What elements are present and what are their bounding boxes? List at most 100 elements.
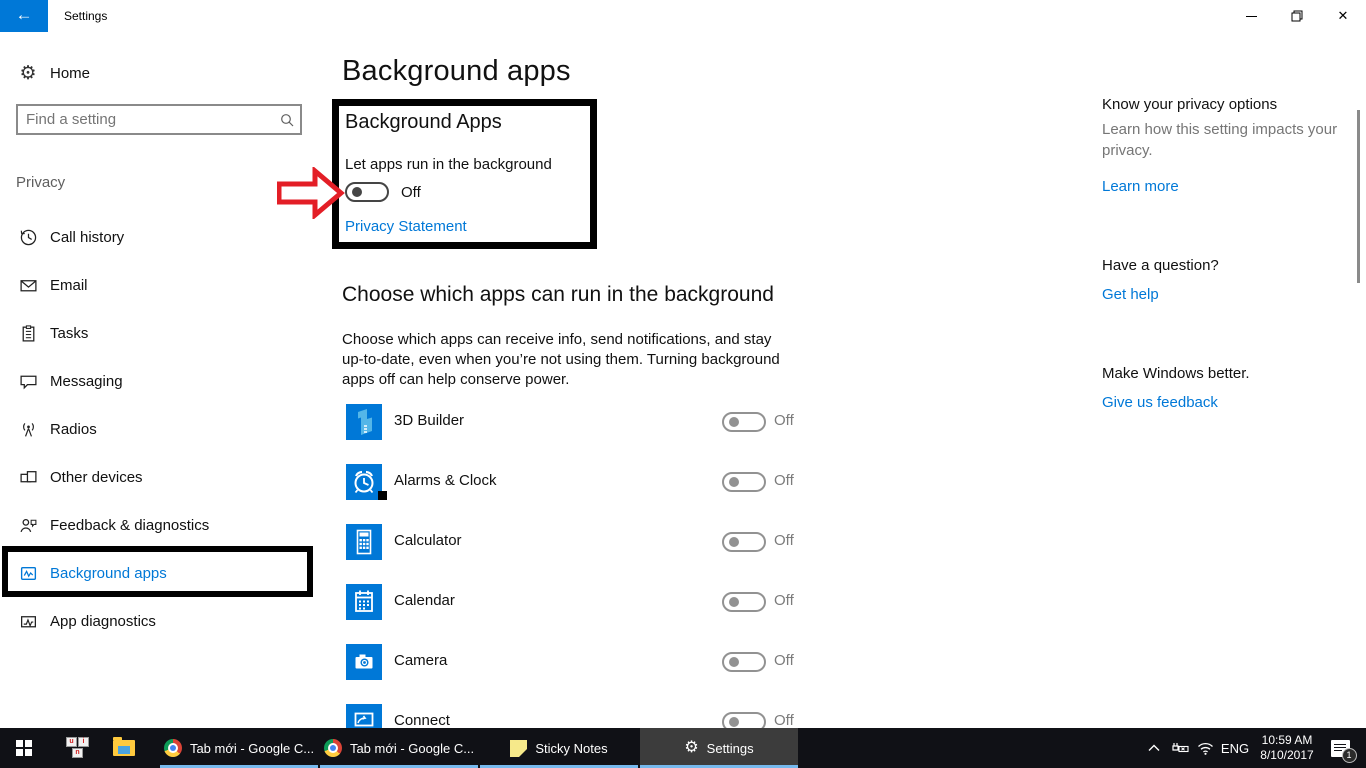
minimize-button[interactable] [1228, 0, 1274, 32]
help-aside: Know your privacy options Learn how this… [1102, 96, 1340, 412]
sidebar-item-label: Tasks [50, 325, 88, 342]
3d-builder-icon [346, 404, 382, 440]
sidebar-item-label: Home [50, 65, 90, 82]
app-name: 3D Builder [394, 412, 464, 429]
notification-badge: 1 [1342, 748, 1357, 763]
sidebar-item-label: Other devices [50, 469, 143, 486]
windows-logo-icon [16, 740, 32, 756]
gear-icon: ⚙ [18, 63, 38, 83]
scrollbar-thumb[interactable] [1357, 110, 1360, 283]
start-button[interactable] [0, 728, 48, 768]
background-apps-toggle[interactable] [345, 182, 389, 202]
choose-apps-description: Choose which apps can receive info, send… [342, 330, 794, 390]
tray-date: 8/10/2017 [1260, 748, 1313, 763]
restore-icon [1291, 10, 1303, 22]
action-center-icon: 1 [1331, 740, 1350, 757]
file-explorer-button[interactable] [104, 728, 144, 768]
sidebar-item-radios[interactable]: Radios [0, 407, 318, 451]
app-toggle[interactable] [722, 652, 766, 672]
app-diagnostics-icon [18, 611, 38, 631]
sidebar-item-background-apps[interactable]: Background apps [0, 551, 318, 595]
action-center-button[interactable]: 1 [1322, 728, 1358, 768]
sidebar-item-tasks[interactable]: Tasks [0, 311, 318, 355]
search-icon[interactable] [274, 113, 300, 127]
background-apps-icon [18, 563, 38, 583]
sidebar-item-label: Messaging [50, 373, 123, 390]
app-toggle-state: Off [774, 412, 794, 429]
app-toggle[interactable] [722, 472, 766, 492]
app-toggle[interactable] [722, 532, 766, 552]
app-name: Alarms & Clock [394, 472, 497, 489]
annotation-red-arrow [277, 167, 345, 219]
app-toggle-state: Off [774, 532, 794, 549]
tasks-icon [18, 323, 38, 343]
sidebar-item-label: Background apps [50, 565, 167, 582]
back-button[interactable]: ← [0, 0, 48, 32]
search-input[interactable] [18, 111, 274, 128]
feedback-icon [18, 515, 38, 535]
radios-icon [18, 419, 38, 439]
background-apps-panel: Background Apps Let apps run in the back… [339, 106, 590, 242]
chrome-icon [164, 739, 182, 757]
messaging-icon [18, 371, 38, 391]
app-toggle[interactable] [722, 412, 766, 432]
tray-language[interactable]: ENG [1218, 728, 1252, 768]
sidebar-item-label: App diagnostics [50, 613, 156, 630]
sidebar-item-home[interactable]: ⚙ Home [0, 51, 318, 95]
app-row-alarms-clock: Alarms & Clock Off [346, 464, 796, 500]
tray-power-icon[interactable] [1168, 728, 1194, 768]
app-name: Calendar [394, 592, 455, 609]
email-icon [18, 275, 38, 295]
sidebar-item-call-history[interactable]: Call history [0, 215, 318, 259]
sidebar-item-email[interactable]: Email [0, 263, 318, 307]
chrome-icon [324, 739, 342, 757]
privacy-options-heading: Know your privacy options [1102, 96, 1340, 113]
question-heading: Have a question? [1102, 257, 1340, 274]
tray-clock[interactable]: 10:59 AM 8/10/2017 [1252, 728, 1322, 768]
alarms-clock-icon [346, 464, 382, 500]
privacy-statement-link[interactable]: Privacy Statement [345, 218, 467, 235]
taskbar-chrome-2[interactable]: Tab mới - Google C... [320, 728, 478, 768]
other-devices-icon [18, 467, 38, 487]
sticky-notes-icon [510, 740, 527, 757]
app-toggle[interactable] [722, 592, 766, 612]
privacy-options-text: Learn how this setting impacts your priv… [1102, 119, 1340, 161]
calculator-icon [346, 524, 382, 560]
sidebar-item-label: Feedback & diagnostics [50, 517, 209, 534]
sidebar-item-other-devices[interactable]: Other devices [0, 455, 318, 499]
taskbar-settings-active[interactable]: ⚙ Settings [640, 728, 798, 768]
app-toggle-state: Off [774, 592, 794, 609]
app-row-calendar: Calendar Off [346, 584, 796, 620]
get-help-link[interactable]: Get help [1102, 286, 1159, 303]
close-button[interactable]: ✕ [1320, 0, 1366, 32]
app-name: Calculator [394, 532, 462, 549]
file-explorer-icon [113, 740, 135, 756]
sidebar-item-label: Call history [50, 229, 124, 246]
restore-button[interactable] [1274, 0, 1320, 32]
taskbar-button-label: Tab mới - Google C... [190, 741, 314, 756]
taskbar-button-label: Sticky Notes [535, 741, 607, 756]
cursor-artifact [378, 491, 387, 500]
search-box[interactable] [16, 104, 302, 135]
taskbar-button-label: Tab mới - Google C... [350, 741, 474, 756]
app-row-camera: Camera Off [346, 644, 796, 680]
sidebar-item-label: Radios [50, 421, 97, 438]
call-history-icon [18, 227, 38, 247]
feedback-heading: Make Windows better. [1102, 365, 1340, 382]
taskbar-sticky-notes[interactable]: Sticky Notes [480, 728, 638, 768]
sidebar-item-messaging[interactable]: Messaging [0, 359, 318, 403]
taskbar-chrome-1[interactable]: Tab mới - Google C... [160, 728, 318, 768]
give-feedback-link[interactable]: Give us feedback [1102, 394, 1218, 411]
calendar-icon [346, 584, 382, 620]
sidebar-item-feedback-diagnostics[interactable]: Feedback & diagnostics [0, 503, 318, 547]
tray-wifi-icon[interactable] [1192, 728, 1218, 768]
page-title: Background apps [342, 55, 571, 88]
app-name: Camera [394, 652, 447, 669]
tray-chevron-icon[interactable] [1142, 728, 1166, 768]
unikey-button[interactable]: u i n [58, 728, 98, 768]
learn-more-link[interactable]: Learn more [1102, 178, 1179, 195]
app-toggle-state: Off [774, 472, 794, 489]
settings-gear-icon: ⚙ [684, 740, 698, 756]
sidebar-item-app-diagnostics[interactable]: App diagnostics [0, 599, 318, 643]
app-toggle-state: Off [774, 652, 794, 669]
